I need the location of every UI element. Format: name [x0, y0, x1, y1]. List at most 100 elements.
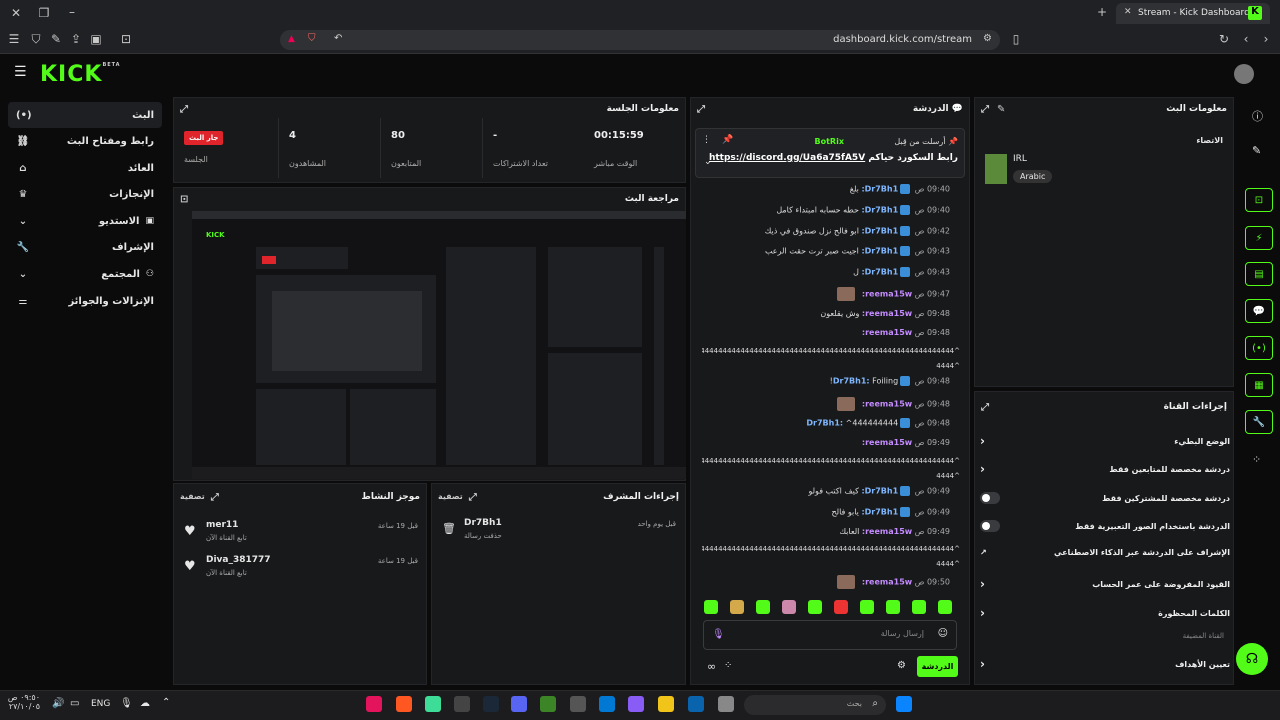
mod-user[interactable]: Dr7Bh1: [464, 518, 502, 528]
lightning-rail-button[interactable]: ⚡: [1245, 226, 1273, 250]
chat-username[interactable]: Dr7Bh1:: [861, 268, 898, 277]
bookmark-icon[interactable]: ▯: [1008, 32, 1024, 46]
weather-icon[interactable]: ☁: [140, 698, 150, 709]
action-slow-mode[interactable]: › الوضع البطيء: [980, 434, 1230, 448]
dots-icon[interactable]: ⁘: [724, 660, 732, 671]
screenshot-rail-button[interactable]: ⊡: [1245, 188, 1273, 212]
network-icon[interactable]: ▭: [70, 698, 79, 709]
address-bar[interactable]: ▲ ⛉ ↶ dashboard.kick.com/stream ⚙: [280, 30, 1000, 50]
brave-shield-icon[interactable]: ⛉: [308, 33, 316, 44]
app-icon[interactable]: [570, 696, 586, 712]
emoji-icon[interactable]: ☺: [938, 628, 948, 639]
emote-button[interactable]: [782, 600, 796, 614]
volume-icon[interactable]: 🔊: [52, 698, 64, 709]
expand-icon[interactable]: ⤢: [981, 104, 989, 115]
chat-username[interactable]: reema15w:: [862, 328, 912, 337]
share-icon[interactable]: ⇪: [68, 32, 84, 46]
filter-label[interactable]: تصفية: [180, 492, 205, 503]
expand-icon[interactable]: ⤢: [981, 402, 989, 413]
windows-start-icon[interactable]: [896, 696, 912, 712]
infinity-icon[interactable]: ∞: [707, 660, 716, 673]
expand-icon[interactable]: ⤢: [180, 104, 188, 115]
emote-button[interactable]: [834, 600, 848, 614]
sidebar-item-achievements[interactable]: ♛ الإنجازات: [8, 181, 162, 207]
action-set-goals[interactable]: › تعيين الأهداف: [980, 657, 1230, 671]
clock[interactable]: ٠٩:٥٠ ص ٢٧/١٠/٠٥: [6, 693, 40, 711]
chat-username[interactable]: Dr7Bh1:: [861, 487, 898, 496]
emote-only-toggle[interactable]: [980, 520, 1000, 532]
back-icon[interactable]: ‹: [1238, 32, 1254, 46]
pinned-message[interactable]: ⋮ 📌 ⌄ أرسلت من قِبل 📌 BotRix https://dis…: [695, 128, 965, 178]
chat-rail-button[interactable]: 💬: [1245, 299, 1273, 323]
microphone-icon[interactable]: 🎙: [712, 629, 725, 640]
sidebar-item-studio[interactable]: ⌄ الاستديو ▣: [8, 208, 162, 234]
emote-button[interactable]: [808, 600, 822, 614]
notes-rail-button[interactable]: ▤: [1245, 262, 1273, 286]
language-indicator[interactable]: ENG: [91, 699, 110, 709]
sidebar-item-revenue[interactable]: ⌂ العائد: [8, 155, 162, 181]
avatar[interactable]: [1234, 64, 1254, 84]
sidebar-item-stream-key[interactable]: ⛓ رابط ومفتاح البث: [8, 128, 162, 154]
menu-icon[interactable]: ☰: [6, 32, 22, 46]
discord-app-icon[interactable]: [511, 696, 527, 712]
chat-username[interactable]: reema15w:: [862, 309, 912, 318]
filter-label[interactable]: تصفية: [438, 492, 463, 503]
tab-kick-dashboard[interactable]: ✕ Stream - Kick Dashboard K: [1116, 3, 1270, 24]
emote-button[interactable]: [886, 600, 900, 614]
emote-button[interactable]: [938, 600, 952, 614]
sidebar-item-stream[interactable]: (•) البث: [8, 102, 162, 128]
emote-button[interactable]: [756, 600, 770, 614]
restore-window-icon[interactable]: ❐: [36, 6, 52, 20]
explorer-app-icon[interactable]: [658, 696, 674, 712]
app-icon[interactable]: [454, 696, 470, 712]
action-account-age[interactable]: › القيود المفروضة على عمر الحساب: [980, 577, 1230, 591]
microphone-icon[interactable]: 🎙: [120, 698, 133, 709]
layout-rail-button[interactable]: ▦: [1245, 373, 1273, 397]
steam-app-icon[interactable]: [483, 696, 499, 712]
chat-username[interactable]: reema15w:: [862, 290, 912, 299]
extensions-icon[interactable]: ✎: [48, 32, 64, 46]
chat-username[interactable]: reema15w:: [862, 578, 912, 587]
edit-icon[interactable]: ✎: [1252, 144, 1261, 157]
activity-user[interactable]: Diva_381777: [206, 555, 271, 565]
action-followers-only[interactable]: › دردشة مخصصة للمتابعين فقط: [980, 462, 1230, 476]
store-app-icon[interactable]: [599, 696, 615, 712]
chat-username[interactable]: Dr7Bh1:: [861, 508, 898, 517]
brave-rewards-icon[interactable]: ▲: [288, 34, 295, 44]
tiktok-app-icon[interactable]: [366, 696, 382, 712]
action-ai-moderation[interactable]: ↗ الإشراف على الدردشة عبر الذكاء الاصطناع…: [980, 548, 1230, 557]
minimize-window-icon[interactable]: –: [64, 5, 80, 19]
site-settings-icon[interactable]: ⚙: [983, 33, 992, 44]
chat-input[interactable]: 🎙 إرسال رسالة ☺: [703, 620, 957, 650]
expand-icon[interactable]: ⤢: [211, 492, 219, 503]
screenshot-icon[interactable]: ⊡: [180, 194, 188, 205]
more-options-icon[interactable]: ⋮: [702, 135, 711, 145]
broadcast-rail-button[interactable]: (•): [1245, 336, 1273, 360]
tab-close-icon[interactable]: ✕: [1124, 7, 1132, 17]
new-tab-icon[interactable]: +: [1094, 5, 1110, 19]
hamburger-icon[interactable]: ☰: [14, 64, 27, 80]
emote-button[interactable]: [860, 600, 874, 614]
send-chat-button[interactable]: الدردشة: [917, 656, 958, 677]
brave-app-icon[interactable]: [396, 696, 412, 712]
expand-icon[interactable]: ⤢: [697, 104, 705, 115]
shield-icon[interactable]: ⛉: [28, 32, 44, 47]
edit-icon[interactable]: ✎: [997, 104, 1005, 115]
pinned-link[interactable]: https://discord.gg/Ua6a75fA5V: [709, 153, 865, 163]
emote-button[interactable]: [912, 600, 926, 614]
chat-username[interactable]: Dr7Bh1:: [861, 247, 898, 256]
minecraft-app-icon[interactable]: [540, 696, 556, 712]
chat-username[interactable]: Dr7Bh1:: [806, 419, 843, 428]
kick-logo[interactable]: KICKBETA: [40, 62, 121, 87]
chat-username[interactable]: Dr7Bh1:: [833, 377, 870, 386]
chat-username[interactable]: Dr7Bh1:: [861, 206, 898, 215]
outlook-app-icon[interactable]: [688, 696, 704, 712]
info-icon[interactable]: ⓘ: [1252, 108, 1263, 124]
chat-username[interactable]: Dr7Bh1:: [861, 227, 898, 236]
emote-button[interactable]: [730, 600, 744, 614]
taskbar-search[interactable]: ⌕ بحث: [744, 695, 886, 715]
chat-username[interactable]: reema15w:: [862, 438, 912, 447]
close-window-icon[interactable]: ✕: [8, 6, 24, 20]
sidebar-item-community[interactable]: ⌄ المجتمع ⚇: [8, 261, 162, 287]
sidebar-item-moderation[interactable]: 🔧 الإشراف: [8, 234, 162, 260]
